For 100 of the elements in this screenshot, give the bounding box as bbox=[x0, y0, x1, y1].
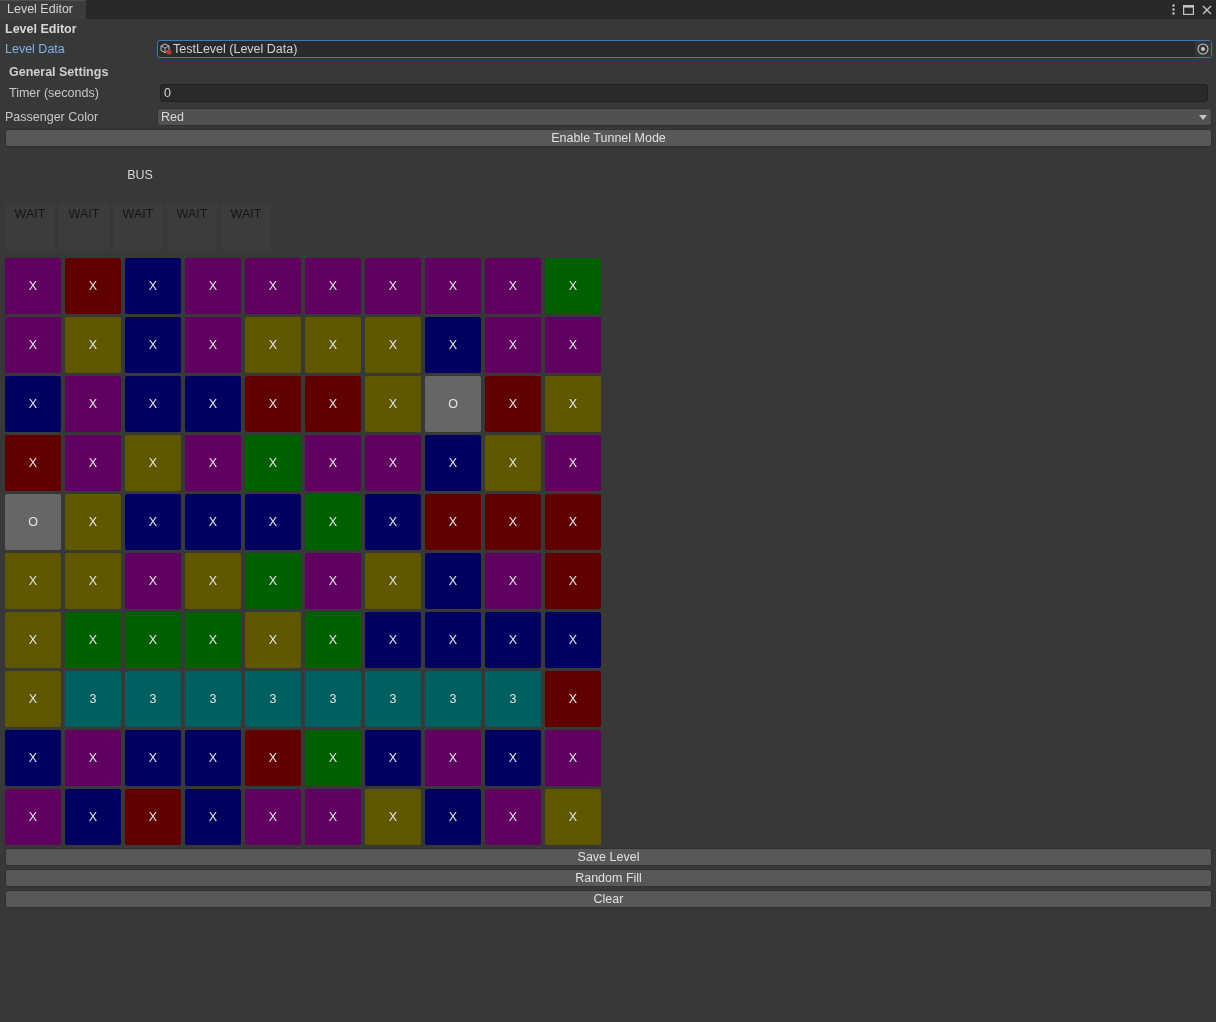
grid-tile[interactable]: X bbox=[245, 317, 301, 373]
grid-tile[interactable]: X bbox=[65, 376, 121, 432]
maximize-icon[interactable] bbox=[1183, 4, 1194, 15]
grid-tile[interactable]: X bbox=[485, 494, 541, 550]
grid-tile[interactable]: X bbox=[545, 317, 601, 373]
grid-tile[interactable]: X bbox=[425, 258, 481, 314]
grid-tile[interactable]: 3 bbox=[125, 671, 181, 727]
grid-tile[interactable]: X bbox=[425, 730, 481, 786]
grid-tile[interactable]: X bbox=[365, 494, 421, 550]
grid-tile[interactable]: 3 bbox=[425, 671, 481, 727]
grid-tile[interactable]: X bbox=[65, 258, 121, 314]
object-picker-button[interactable] bbox=[1195, 41, 1211, 57]
grid-tile[interactable]: X bbox=[425, 789, 481, 845]
grid-tile[interactable]: X bbox=[5, 730, 61, 786]
grid-tile[interactable]: X bbox=[365, 612, 421, 668]
grid-tile[interactable]: X bbox=[365, 258, 421, 314]
grid-tile[interactable]: X bbox=[5, 789, 61, 845]
grid-tile[interactable]: X bbox=[545, 553, 601, 609]
grid-tile[interactable]: X bbox=[245, 612, 301, 668]
grid-tile[interactable]: X bbox=[245, 376, 301, 432]
grid-tile[interactable]: X bbox=[305, 435, 361, 491]
grid-tile[interactable]: X bbox=[125, 317, 181, 373]
grid-tile[interactable]: 3 bbox=[185, 671, 241, 727]
grid-tile[interactable]: X bbox=[365, 789, 421, 845]
grid-tile[interactable]: X bbox=[545, 376, 601, 432]
window-tab[interactable]: Level Editor bbox=[0, 0, 86, 19]
grid-tile[interactable]: 3 bbox=[485, 671, 541, 727]
grid-tile[interactable]: X bbox=[245, 730, 301, 786]
grid-tile[interactable]: X bbox=[305, 553, 361, 609]
grid-tile[interactable]: X bbox=[5, 553, 61, 609]
grid-tile[interactable]: X bbox=[365, 730, 421, 786]
grid-tile[interactable]: X bbox=[65, 435, 121, 491]
grid-tile[interactable]: X bbox=[125, 376, 181, 432]
grid-tile[interactable]: X bbox=[485, 789, 541, 845]
action-button[interactable]: Random Fill bbox=[5, 869, 1212, 887]
grid-tile[interactable]: O bbox=[425, 376, 481, 432]
grid-tile[interactable]: X bbox=[485, 730, 541, 786]
grid-tile[interactable]: X bbox=[485, 376, 541, 432]
grid-tile[interactable]: X bbox=[185, 376, 241, 432]
grid-tile[interactable]: X bbox=[485, 612, 541, 668]
object-field[interactable]: TestLevel (Level Data) bbox=[157, 40, 1212, 58]
grid-tile[interactable]: X bbox=[305, 612, 361, 668]
action-button[interactable]: Clear bbox=[5, 890, 1212, 908]
grid-tile[interactable]: X bbox=[185, 258, 241, 314]
grid-tile[interactable]: X bbox=[5, 435, 61, 491]
grid-tile[interactable]: X bbox=[365, 553, 421, 609]
grid-tile[interactable]: X bbox=[305, 258, 361, 314]
grid-tile[interactable]: X bbox=[5, 376, 61, 432]
grid-tile[interactable]: X bbox=[125, 494, 181, 550]
grid-tile[interactable]: X bbox=[305, 789, 361, 845]
grid-tile[interactable]: X bbox=[365, 376, 421, 432]
grid-tile[interactable]: X bbox=[425, 612, 481, 668]
grid-tile[interactable]: 3 bbox=[365, 671, 421, 727]
grid-tile[interactable]: X bbox=[5, 671, 61, 727]
grid-tile[interactable]: X bbox=[485, 317, 541, 373]
grid-tile[interactable]: X bbox=[365, 317, 421, 373]
dropdown[interactable]: Red bbox=[157, 108, 1212, 126]
grid-tile[interactable]: X bbox=[185, 730, 241, 786]
grid-tile[interactable]: X bbox=[185, 553, 241, 609]
grid-tile[interactable]: X bbox=[245, 258, 301, 314]
more-options-icon[interactable] bbox=[1172, 4, 1175, 15]
grid-tile[interactable]: X bbox=[545, 671, 601, 727]
grid-tile[interactable]: X bbox=[305, 317, 361, 373]
grid-tile[interactable]: X bbox=[5, 258, 61, 314]
grid-tile[interactable]: X bbox=[65, 789, 121, 845]
tunnel-mode-button[interactable]: Enable Tunnel Mode bbox=[5, 129, 1212, 147]
grid-tile[interactable]: X bbox=[365, 435, 421, 491]
grid-tile[interactable]: X bbox=[245, 435, 301, 491]
number-field[interactable]: 0 bbox=[160, 84, 1208, 102]
grid-tile[interactable]: X bbox=[185, 317, 241, 373]
grid-tile[interactable]: X bbox=[485, 258, 541, 314]
grid-tile[interactable]: X bbox=[65, 317, 121, 373]
grid-tile[interactable]: X bbox=[245, 789, 301, 845]
grid-tile[interactable]: X bbox=[125, 730, 181, 786]
grid-tile[interactable]: X bbox=[185, 435, 241, 491]
close-icon[interactable] bbox=[1202, 4, 1212, 15]
grid-tile[interactable]: X bbox=[125, 612, 181, 668]
grid-tile[interactable]: X bbox=[485, 553, 541, 609]
grid-tile[interactable]: X bbox=[425, 435, 481, 491]
grid-tile[interactable]: X bbox=[5, 612, 61, 668]
grid-tile[interactable]: X bbox=[425, 553, 481, 609]
grid-tile[interactable]: X bbox=[545, 435, 601, 491]
grid-tile[interactable]: X bbox=[545, 789, 601, 845]
grid-tile[interactable]: X bbox=[305, 494, 361, 550]
grid-tile[interactable]: X bbox=[305, 730, 361, 786]
grid-tile[interactable]: O bbox=[5, 494, 61, 550]
grid-tile[interactable]: X bbox=[245, 553, 301, 609]
grid-tile[interactable]: X bbox=[5, 317, 61, 373]
grid-tile[interactable]: X bbox=[485, 435, 541, 491]
grid-tile[interactable]: 3 bbox=[305, 671, 361, 727]
grid-tile[interactable]: X bbox=[185, 494, 241, 550]
grid-tile[interactable]: 3 bbox=[245, 671, 301, 727]
grid-tile[interactable]: X bbox=[125, 435, 181, 491]
grid-tile[interactable]: X bbox=[185, 789, 241, 845]
grid-tile[interactable]: X bbox=[305, 376, 361, 432]
grid-tile[interactable]: X bbox=[185, 612, 241, 668]
grid-tile[interactable]: X bbox=[65, 494, 121, 550]
action-button[interactable]: Save Level bbox=[5, 848, 1212, 866]
grid-tile[interactable]: X bbox=[545, 494, 601, 550]
grid-tile[interactable]: X bbox=[125, 258, 181, 314]
